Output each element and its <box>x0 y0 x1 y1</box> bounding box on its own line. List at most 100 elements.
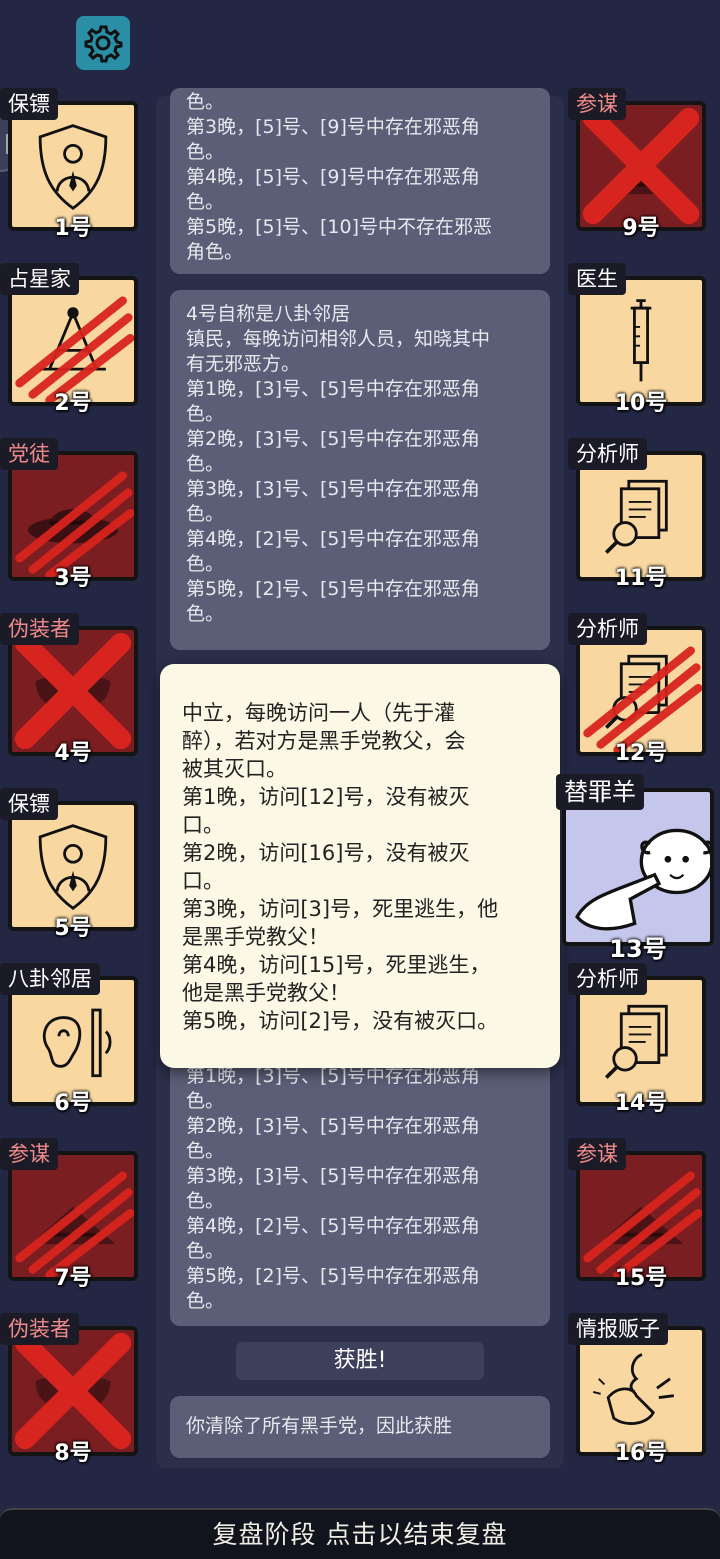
player-card[interactable] <box>562 788 714 946</box>
player-role-label: 替罪羊 <box>556 774 644 810</box>
gear-icon <box>84 25 123 63</box>
popup-line: 他是黑手党教父！ <box>182 981 350 1005</box>
player-seat-15[interactable]: 参谋 15号 <box>568 1138 706 1291</box>
popup-line: 是黑手党教父！ <box>182 925 329 949</box>
player-number: 13号 <box>609 935 667 963</box>
eliminated-x-icon <box>14 1332 132 1450</box>
log-line: 色。 <box>186 1140 225 1162</box>
player-seat-5[interactable]: 保镖 5号 <box>0 788 138 941</box>
player-number: 1号 <box>54 216 92 241</box>
player-seat-6[interactable]: 八卦邻居 6号 <box>0 963 138 1116</box>
log-line: 第4晚，[2]号、[5]号中存在邪恶角 <box>186 1215 480 1237</box>
player-seat-11[interactable]: 分析师 11号 <box>568 438 706 591</box>
end-review-button[interactable]: 复盘阶段 点击以结束复盘 <box>0 1508 720 1559</box>
log-line: 色。 <box>186 141 225 163</box>
log-line: 色。 <box>186 91 225 113</box>
claw-mark-icon <box>583 646 702 752</box>
popup-line: 中立，每晚访问一人（先于灌 <box>182 701 455 725</box>
log-line: 第3晚，[3]号、[5]号中存在邪恶角 <box>186 1165 480 1187</box>
player-number: 9号 <box>622 216 660 241</box>
analyst-docs-icon <box>604 1004 668 1079</box>
log-line: 色。 <box>186 403 225 425</box>
popup-line: 第3晚，访问[3]号，死里逃生，他 <box>182 897 499 921</box>
log-line: 第5晚，[5]号、[10]号中不存在邪恶 <box>186 216 493 238</box>
player-number: 6号 <box>54 1091 92 1116</box>
player-number: 15号 <box>614 1266 668 1291</box>
popup-line: 口。 <box>182 813 224 837</box>
analyst-docs-icon <box>604 479 668 554</box>
sheep-point-icon <box>575 828 710 931</box>
player-role-label: 参谋 <box>568 88 626 120</box>
player-seat-10[interactable]: 医生 10号 <box>568 263 706 416</box>
player-role-label: 分析师 <box>568 438 647 470</box>
player-seat-14[interactable]: 分析师 14号 <box>568 963 706 1116</box>
player-seat-12[interactable]: 分析师 12号 <box>568 613 706 766</box>
role-detail-popup[interactable]: 中立，每晚访问一人（先于灌 醉），若对方是黑手党教父，会 被其灭口。 第1晚，访… <box>160 664 560 1068</box>
claw-mark-icon <box>583 1171 702 1277</box>
player-number: 16号 <box>614 1441 668 1466</box>
bodyguard-shield-icon <box>38 124 108 210</box>
popup-line: 口。 <box>182 869 224 893</box>
log-line: 第4晚，[5]号、[9]号中存在邪恶角 <box>186 166 480 188</box>
popup-line: 被其灭口。 <box>182 757 287 781</box>
player-seat-16[interactable]: 情报贩子 16号 <box>568 1313 706 1466</box>
player-number: 12号 <box>614 741 668 766</box>
log-line: 第5晚，[2]号、[5]号中存在邪恶角 <box>186 578 480 600</box>
log-line: 4号自称是八卦邻居 <box>186 303 351 325</box>
player-number: 5号 <box>54 916 92 941</box>
player-number: 8号 <box>54 1441 92 1466</box>
player-role-label: 占星家 <box>0 263 79 295</box>
victory-banner: 获胜! <box>236 1342 484 1380</box>
log-line: 第2晚，[3]号、[5]号中存在邪恶角 <box>186 1115 480 1137</box>
player-role-label: 党徒 <box>0 438 58 470</box>
eliminated-x-icon <box>582 107 700 225</box>
player-role-label: 八卦邻居 <box>0 963 100 995</box>
player-number: 14号 <box>614 1091 668 1116</box>
player-seat-2[interactable]: 占星家 2号 <box>0 263 138 416</box>
log-line: 色。 <box>186 503 225 525</box>
log-card-player-4: 4号自称是八卦邻居 镇民，每晚访问相邻人员，知晓其中 有无邪恶方。 第1晚，[3… <box>170 290 550 650</box>
player-role-label: 参谋 <box>0 1138 58 1170</box>
log-line: 色。 <box>186 553 225 575</box>
player-role-label: 医生 <box>568 263 626 295</box>
player-role-label: 分析师 <box>568 613 647 645</box>
eliminated-x-icon <box>14 632 132 750</box>
log-line: 色。 <box>186 453 225 475</box>
player-seat-13[interactable]: 替罪羊 13号 <box>556 774 714 963</box>
player-role-label: 伪装者 <box>0 613 79 645</box>
log-line: 第3晚，[5]号、[9]号中存在邪恶角 <box>186 116 480 138</box>
log-line: 色。 <box>186 1090 225 1112</box>
player-number: 10号 <box>614 391 668 416</box>
player-role-label: 参谋 <box>568 1138 626 1170</box>
bodyguard-shield-icon <box>38 824 108 910</box>
log-line: 色。 <box>186 191 225 213</box>
log-line: 第5晚，[2]号、[5]号中存在邪恶角 <box>186 1265 480 1287</box>
log-line: 第3晚，[3]号、[5]号中存在邪恶角 <box>186 478 480 500</box>
popup-line: 第2晚，访问[16]号，没有被灭 <box>182 841 470 865</box>
log-card-top: 色。 第3晚，[5]号、[9]号中存在邪恶角 色。 第4晚，[5]号、[9]号中… <box>170 88 550 274</box>
player-seat-3[interactable]: 党徒 3号 <box>0 438 138 591</box>
log-line: 色。 <box>186 1190 225 1212</box>
claw-mark-icon <box>15 1171 134 1277</box>
log-line: 镇民，每晚访问相邻人员，知晓其中 <box>186 328 491 350</box>
popup-line: 醉），若对方是黑手党教父，会 <box>182 729 466 753</box>
settings-button[interactable] <box>76 16 130 70</box>
popup-line: 第4晚，访问[15]号，死里逃生， <box>182 953 491 977</box>
player-role-label: 保镖 <box>0 88 58 120</box>
log-card-lower: 第1晚，[3]号、[5]号中存在邪恶角 色。 第2晚，[3]号、[5]号中存在邪… <box>170 1060 550 1326</box>
popup-line: 第5晚，访问[2]号，没有被灭口。 <box>182 1009 499 1033</box>
log-line: 色。 <box>186 1290 225 1312</box>
player-seat-9[interactable]: 参谋 9号 <box>568 88 706 241</box>
ear-wall-icon <box>42 1008 112 1078</box>
log-line: 第1晚，[3]号、[5]号中存在邪恶角 <box>186 378 480 400</box>
player-role-label: 伪装者 <box>0 1313 79 1345</box>
player-seat-7[interactable]: 参谋 7号 <box>0 1138 138 1291</box>
player-seat-4[interactable]: 伪装者 4号 <box>0 613 138 766</box>
player-number: 7号 <box>54 1266 92 1291</box>
player-seat-8[interactable]: 伪装者 8号 <box>0 1313 138 1466</box>
victory-message: 你清除了所有黑手党，因此获胜 <box>170 1396 550 1458</box>
player-role-label: 分析师 <box>568 963 647 995</box>
player-seat-1[interactable]: 保镖 1号 <box>0 88 138 241</box>
log-line: 色。 <box>186 1240 225 1262</box>
log-line: 角色。 <box>186 241 244 263</box>
